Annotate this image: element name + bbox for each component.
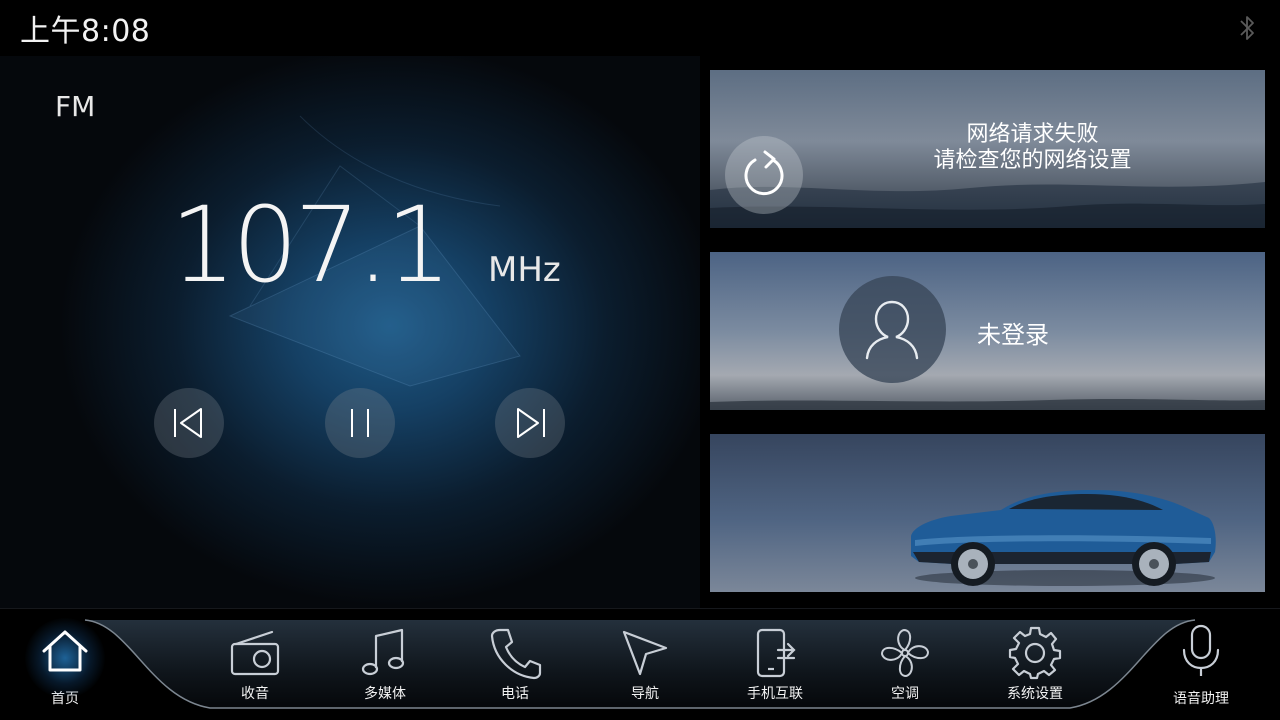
fan-icon — [880, 628, 930, 678]
bluetooth-icon[interactable] — [1236, 12, 1258, 44]
network-error-message: 网络请求失败 请检查您的网络设置 — [910, 122, 1155, 174]
dock-item-phone[interactable]: 电话 — [465, 626, 565, 716]
frequency-unit: MHz — [488, 250, 561, 290]
dock-item-climate[interactable]: 空调 — [855, 626, 955, 716]
account-card[interactable]: 未登录 — [710, 252, 1265, 410]
login-status: 未登录 — [977, 321, 1049, 349]
skip-next-icon — [517, 408, 545, 438]
refresh-button[interactable] — [725, 136, 803, 214]
music-note-icon — [361, 628, 405, 676]
dock-label-settings: 系统设置 — [1007, 686, 1063, 702]
dock-label-voice-assistant: 语音助理 — [1173, 691, 1229, 707]
dock-item-navigation[interactable]: 导航 — [595, 626, 695, 716]
refresh-icon — [744, 150, 784, 196]
phone-icon — [490, 628, 542, 680]
previous-button[interactable] — [154, 388, 224, 458]
pause-button[interactable] — [325, 388, 395, 458]
dock-item-voice-assistant[interactable]: 语音助理 — [1151, 624, 1251, 714]
dock-label-climate: 空调 — [891, 686, 919, 702]
home-icon — [42, 630, 88, 672]
phone-link-icon — [756, 628, 796, 678]
dock-label-phone-link: 手机互联 — [747, 686, 803, 702]
vehicle-card[interactable] — [710, 434, 1265, 592]
dock-item-radio[interactable]: 收音 — [205, 626, 305, 716]
frequency-display: 107.1 — [170, 184, 452, 306]
network-card: 网络请求失败 请检查您的网络设置 — [710, 70, 1265, 228]
user-icon — [865, 300, 919, 360]
gear-icon — [1008, 626, 1062, 680]
dock-label-radio: 收音 — [241, 686, 269, 702]
dock-item-settings[interactable]: 系统设置 — [985, 626, 1085, 716]
network-error-title: 网络请求失败 — [966, 122, 1099, 147]
radio-background-decoration — [228, 115, 521, 387]
dock-label-media: 多媒体 — [364, 686, 406, 702]
radio-panel: FM 107.1 MHz — [0, 56, 700, 608]
microphone-icon — [1182, 624, 1220, 676]
dock-item-media[interactable]: 多媒体 — [335, 626, 435, 716]
dock-item-phone-link[interactable]: 手机互联 — [725, 626, 825, 716]
pause-icon — [351, 409, 369, 437]
bottom-dock: 首页 收音 多媒体 电话 导航 手机互联 空调 系统设置 语音助理 — [0, 608, 1280, 720]
clock: 上午8:08 — [20, 14, 151, 49]
next-button[interactable] — [495, 388, 565, 458]
avatar[interactable] — [839, 276, 946, 383]
band-label: FM — [55, 90, 96, 123]
status-bar: 上午8:08 — [0, 0, 1280, 56]
skip-previous-icon — [174, 408, 202, 438]
dock-label-navigation: 导航 — [631, 686, 659, 702]
dock-label-phone: 电话 — [501, 686, 529, 702]
network-error-hint: 请检查您的网络设置 — [933, 148, 1132, 173]
radio-icon — [230, 630, 280, 676]
dock-item-home[interactable]: 首页 — [15, 618, 115, 714]
navigation-icon — [622, 630, 668, 676]
car-image — [911, 490, 1216, 586]
